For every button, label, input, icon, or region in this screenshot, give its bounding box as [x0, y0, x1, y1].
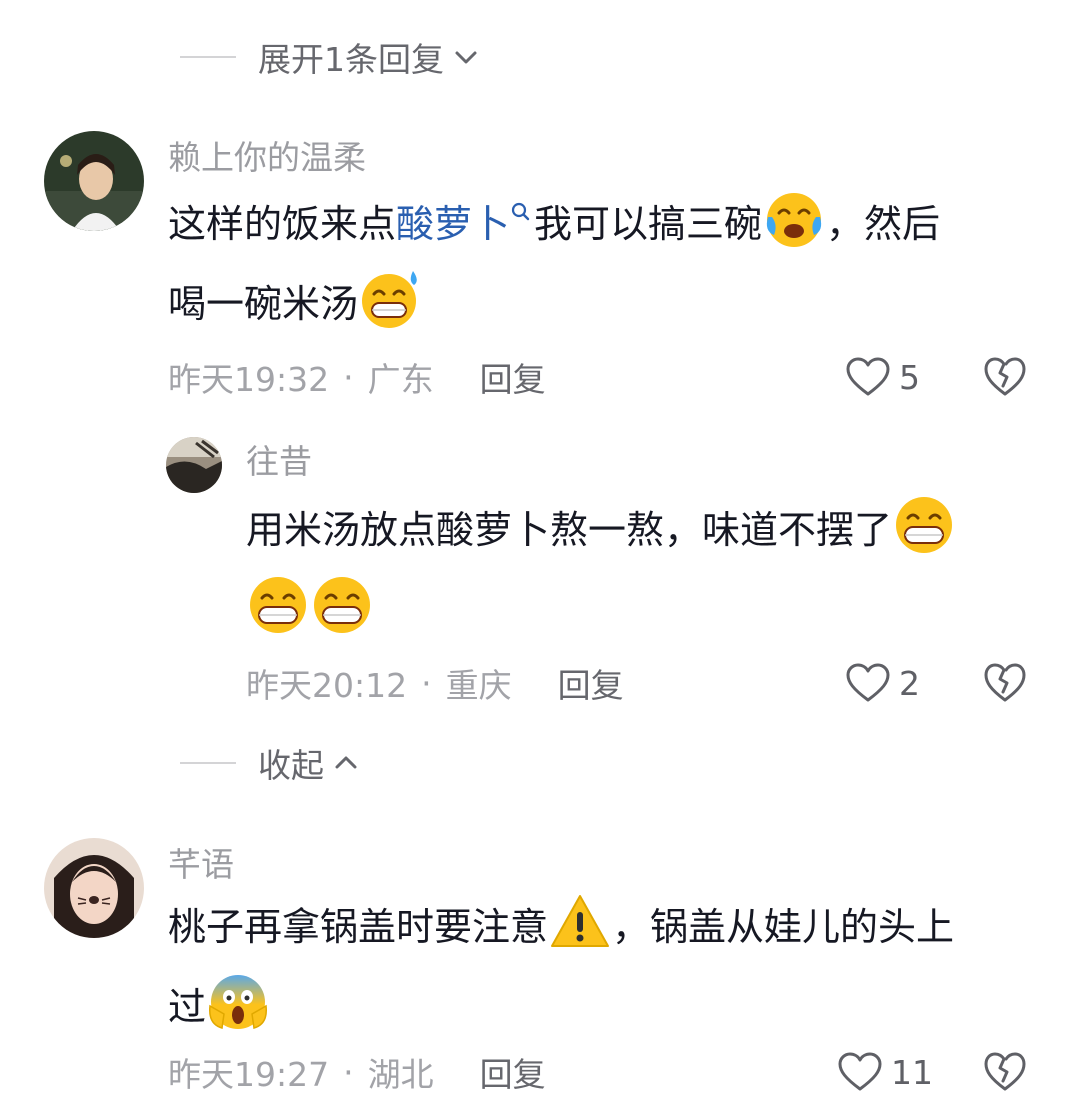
comment-username[interactable]: 芊语 — [168, 845, 234, 885]
comment-meta: 昨天19:27 · 湖北 回复 — [168, 1049, 546, 1095]
broken-heart-icon[interactable] — [983, 662, 1027, 704]
search-icon — [511, 202, 530, 221]
separator: · — [343, 1052, 354, 1092]
reply-button[interactable]: 回复 — [558, 659, 624, 707]
broken-heart-icon[interactable] — [983, 1051, 1027, 1093]
collapse-replies-label: 收起 — [258, 746, 324, 785]
heart-icon — [838, 1052, 882, 1091]
sweat-grin-emoji — [362, 271, 417, 328]
broken-heart-icon[interactable] — [983, 356, 1027, 398]
comment-username[interactable]: 赖上你的温柔 — [168, 138, 366, 178]
avatar[interactable] — [44, 838, 144, 938]
comment-meta: 昨天19:32 · 广东 回复 — [168, 354, 546, 400]
heart-icon — [846, 357, 890, 396]
scream-emoji — [209, 975, 268, 1029]
comment-text: 这样的饭来点酸萝卜 我可以搞三碗 ，然后 喝一碗米汤 — [168, 184, 1018, 344]
like-button[interactable]: 2 — [845, 658, 920, 708]
expand-replies-button[interactable]: 展开1条回复 — [180, 32, 480, 82]
avatar[interactable] — [44, 131, 144, 231]
chevron-down-icon — [455, 51, 477, 64]
grin-emoji — [314, 577, 370, 633]
expand-replies-label: 展开1条回复 — [258, 40, 444, 79]
like-button[interactable]: 11 — [837, 1047, 933, 1097]
divider — [180, 56, 236, 58]
separator: · — [343, 357, 354, 397]
like-button[interactable]: 5 — [845, 352, 920, 402]
reply-button[interactable]: 回复 — [480, 1048, 546, 1096]
comment-location: 广东 — [367, 360, 434, 399]
comment-time: 昨天19:32 — [168, 360, 330, 399]
comment-text: 用米汤放点酸萝卜熬一熬，味道不摆了 — [246, 490, 1026, 650]
crying-laugh-emoji — [766, 193, 822, 247]
comment-location: 湖北 — [367, 1055, 434, 1094]
like-count: 5 — [899, 357, 920, 397]
collapse-replies-button[interactable]: 收起 — [180, 738, 360, 788]
chevron-up-icon — [335, 756, 357, 769]
comment-meta: 昨天20:12 · 重庆 回复 — [246, 660, 624, 706]
heart-icon — [846, 663, 890, 702]
grin-emoji — [896, 497, 953, 553]
comment-time: 昨天19:27 — [168, 1055, 330, 1094]
comment-username[interactable]: 往昔 — [246, 442, 312, 482]
grin-emoji — [250, 577, 306, 633]
separator: · — [421, 663, 432, 703]
like-count: 11 — [891, 1052, 933, 1092]
avatar[interactable] — [166, 437, 222, 493]
like-count: 2 — [899, 663, 920, 703]
reply-button[interactable]: 回复 — [480, 353, 546, 401]
comment-text: 桃子再拿锅盖时要注意 ，锅盖从娃儿的头上过 — [168, 887, 1018, 1047]
comment-time: 昨天20:12 — [246, 666, 408, 705]
warning-emoji — [551, 895, 610, 947]
divider — [180, 762, 236, 764]
search-keyword-link[interactable]: 酸萝卜 — [396, 202, 534, 246]
comment-location: 重庆 — [445, 666, 512, 705]
